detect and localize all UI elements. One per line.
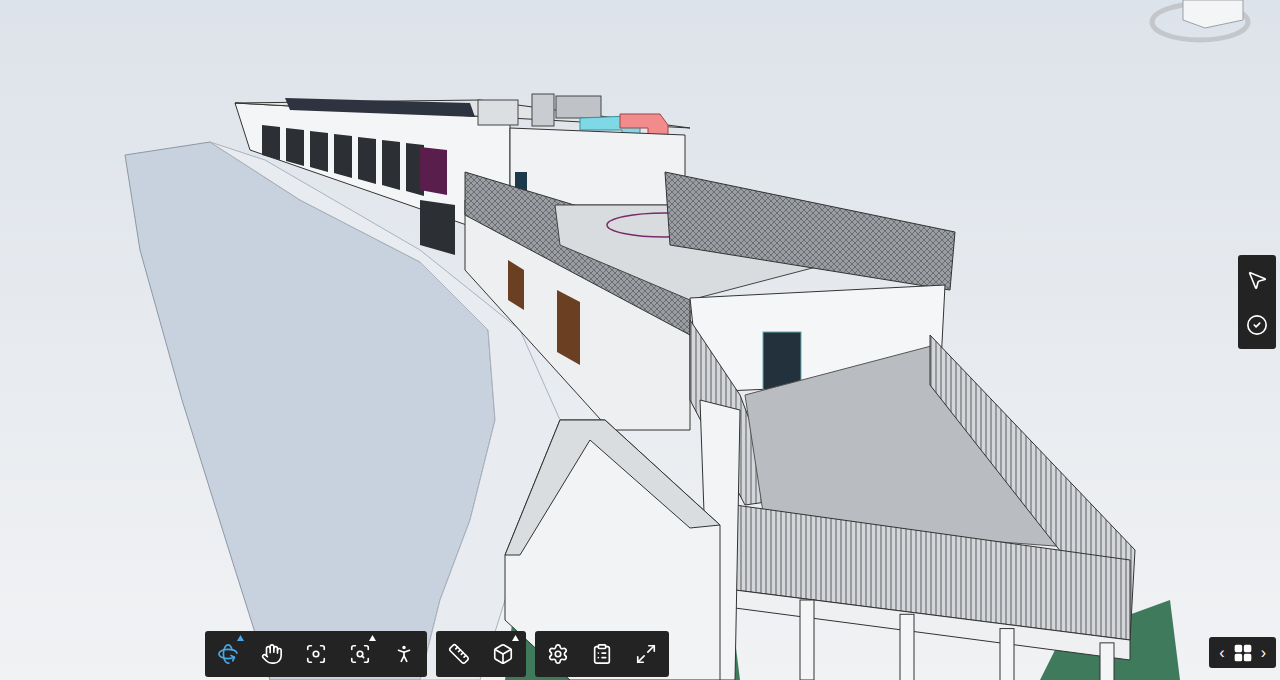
hand-icon xyxy=(261,643,283,665)
fullscreen-icon xyxy=(635,643,657,665)
equipment xyxy=(478,100,518,125)
markup-button[interactable] xyxy=(1238,302,1276,347)
window xyxy=(334,134,352,178)
zoom-window-icon xyxy=(349,643,371,665)
equipment xyxy=(556,96,601,118)
select-button[interactable] xyxy=(1238,257,1276,302)
views-button[interactable] xyxy=(1233,643,1253,663)
window xyxy=(310,131,328,172)
pan-button[interactable] xyxy=(250,632,294,676)
menu-arrow-icon xyxy=(512,635,519,641)
window xyxy=(358,137,376,184)
properties-icon xyxy=(591,643,613,665)
slab xyxy=(735,590,1130,660)
pointer-icon xyxy=(1246,269,1268,291)
column xyxy=(1000,629,1014,680)
fit-button[interactable] xyxy=(294,632,338,676)
toolbar-group xyxy=(205,631,427,677)
person-icon xyxy=(393,643,415,665)
menu-arrow-icon xyxy=(237,635,244,641)
toolbar-group xyxy=(535,631,669,677)
fullscreen-button[interactable] xyxy=(624,632,668,676)
model-viewer: ‹› xyxy=(0,0,1280,680)
fit-icon xyxy=(305,643,327,665)
menu-arrow-icon xyxy=(369,635,376,641)
toolbar xyxy=(205,631,669,677)
view-nav: ‹› xyxy=(1209,637,1276,668)
window xyxy=(382,140,400,190)
shutter xyxy=(557,290,580,365)
door xyxy=(420,147,447,195)
toolbar-group xyxy=(436,631,526,677)
properties-button[interactable] xyxy=(580,632,624,676)
side-toolbar xyxy=(1238,255,1276,349)
column xyxy=(1100,643,1114,680)
low-wall-top xyxy=(505,420,720,555)
window xyxy=(262,125,280,160)
building-model[interactable] xyxy=(0,0,1280,680)
low-wall xyxy=(505,420,720,680)
fence xyxy=(665,172,955,290)
terrain xyxy=(125,142,495,680)
grid-icon xyxy=(1233,643,1253,663)
orbit-button[interactable] xyxy=(206,632,250,676)
section-box-icon xyxy=(492,643,514,665)
orbit-icon xyxy=(217,643,239,665)
first-person-button[interactable] xyxy=(382,632,426,676)
zoom-window-button[interactable] xyxy=(338,632,382,676)
column xyxy=(900,614,914,680)
settings-button[interactable] xyxy=(536,632,580,676)
section-button[interactable] xyxy=(481,632,525,676)
next-button[interactable]: › xyxy=(1259,645,1268,661)
shutter xyxy=(508,260,524,310)
solar-panels xyxy=(285,98,475,117)
measure-button[interactable] xyxy=(437,632,481,676)
gear-icon xyxy=(547,643,569,665)
column xyxy=(800,600,814,680)
ruler-icon xyxy=(448,643,470,665)
viewcube[interactable] xyxy=(1152,0,1248,40)
prev-button[interactable]: ‹ xyxy=(1217,645,1226,661)
check-circle-icon xyxy=(1246,314,1268,336)
window xyxy=(286,128,304,166)
window xyxy=(420,200,455,255)
equipment xyxy=(532,94,554,126)
